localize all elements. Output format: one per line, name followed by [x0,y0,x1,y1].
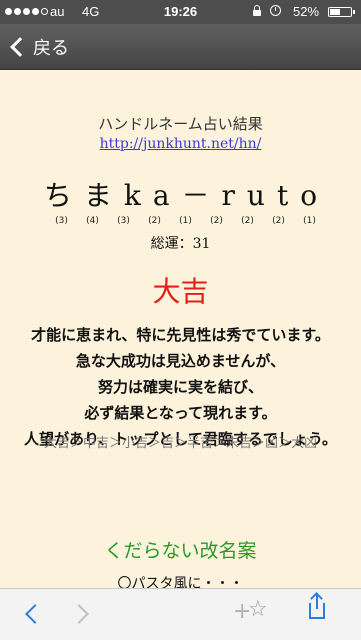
battery-fill [330,9,341,15]
description-line: 必ず結果となって現れます。 [84,404,277,422]
stroke-count: (3) [55,216,68,226]
stroke-counts: (3) (4) (3) (2) (1) (2) (2) (2) (1) [46,216,325,226]
bookmark-star-icon[interactable]: ☆ [248,597,268,622]
result-content: ハンドルネーム占い結果 http://junkhunt.net/hn/ ちまka… [0,70,361,592]
navigation-bar: 戻る [0,24,361,70]
browser-toolbar: + ☆ [0,588,361,640]
battery-icon [328,7,355,17]
description-line: 才能に恵まれ、特に先見性は秀でています。 [31,326,330,344]
description-line: 急な大成功は見込めませんが、 [75,352,286,370]
stroke-count: (4) [86,216,99,226]
stroke-count: (2) [241,216,254,226]
fortune-ranking: 大吉＞中吉＞小吉＞吉＞半吉＞末吉＞凶＞大凶 [43,436,317,451]
rename-section-title: くだらない改名案 [104,540,257,562]
back-button[interactable]: 戻る [8,33,69,61]
stroke-count: (2) [148,216,161,226]
total-fortune: 総運：31 [150,236,211,252]
orientation-lock-icon [253,5,261,16]
stroke-count: (2) [210,216,223,226]
alarm-icon [270,5,281,16]
battery-percentage: 52% [293,4,320,19]
status-bar: au 4G 19:26 52% [0,0,361,24]
description-line: 努力は確実に実を結び、 [97,378,263,396]
fortune-verdict: 大吉 [152,275,209,308]
stroke-count: (3) [117,216,130,226]
chevron-left-icon [10,37,30,57]
back-arrow-icon[interactable] [25,604,45,624]
site-link[interactable]: http://junkhunt.net/hn/ [0,136,361,152]
stroke-count: (2) [272,216,285,226]
stroke-count: (1) [303,216,316,226]
result-heading: ハンドルネーム占い結果 [98,115,263,133]
forward-arrow-icon[interactable] [69,604,89,624]
stroke-count: (1) [179,216,192,226]
nickname: ちまka－ruto [43,179,330,212]
back-label: 戻る [33,38,69,59]
